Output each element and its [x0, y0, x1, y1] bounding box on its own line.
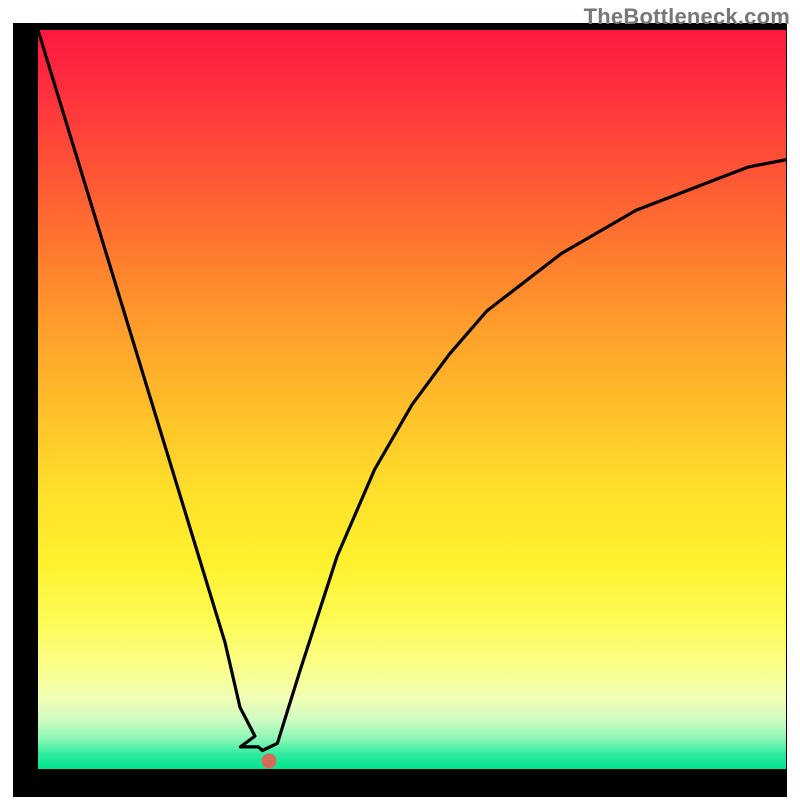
chart-plot-area: [38, 30, 786, 769]
watermark-text: TheBottleneck.com: [584, 4, 790, 30]
bottleneck-curve-svg: [38, 30, 786, 769]
chart-stage: TheBottleneck.com: [0, 0, 800, 800]
minimum-point-dot: [262, 753, 277, 768]
bottleneck-curve-path: [38, 30, 786, 751]
